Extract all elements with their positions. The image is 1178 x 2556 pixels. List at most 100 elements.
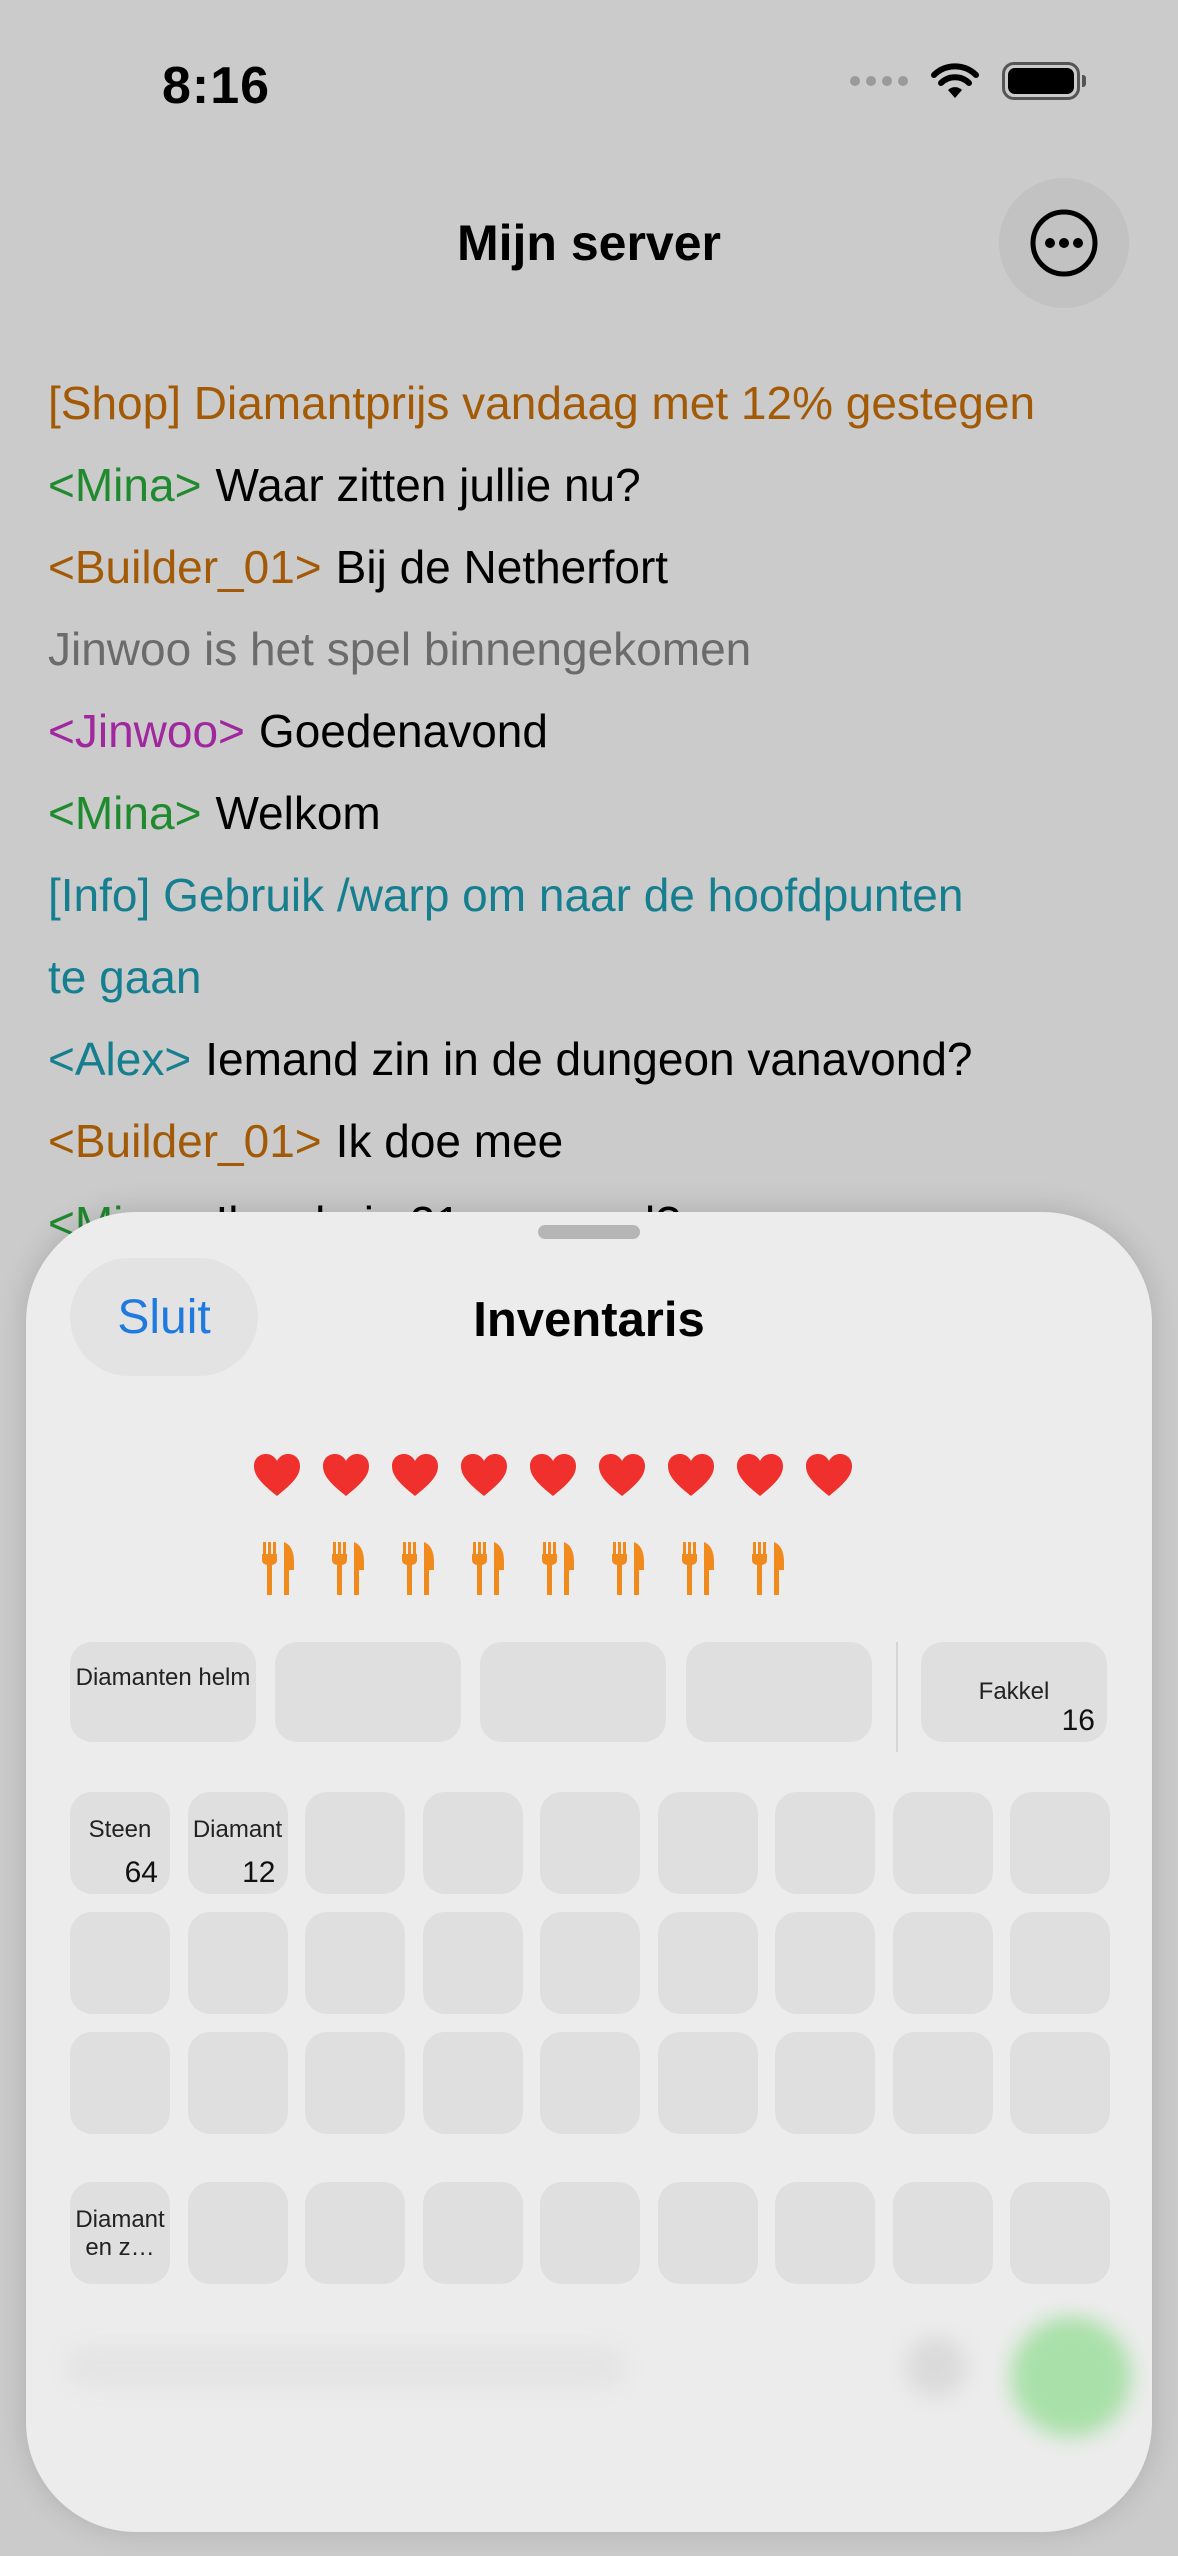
chat-message: <Mina> Waar zitten jullie nu? [48,444,1128,526]
inventory-slot[interactable] [187,1912,288,2014]
chat-text: te gaan [48,951,202,1003]
fork-knife-icon [262,1542,294,1595]
offhand-slot[interactable]: Fakkel 16 [921,1642,1107,1742]
chat-text: Waar zitten jullie nu? [215,459,641,511]
chat-message: <Mina> Welkom [48,772,1128,854]
inventory-slot[interactable] [70,1912,170,2014]
inventory-slot[interactable] [187,2182,288,2284]
inventory-slot[interactable] [422,1912,523,2014]
inventory-slot[interactable]: Steen 64 [70,1792,170,1894]
chat-text: Bij de Netherfort [335,541,669,593]
fork-knife-icon [682,1542,714,1595]
inventory-slot[interactable] [540,2182,640,2284]
chat-text: Jinwoo is het spel binnengekomen [48,623,752,675]
slot-count: 64 [124,1856,158,1889]
chat-text: Goedenavond [258,705,548,757]
heart-icon [668,1454,714,1496]
health-bar [252,1452,854,1498]
battery-icon [1002,62,1086,100]
wifi-icon [931,63,979,98]
inventory-slot[interactable] [775,1912,875,2014]
chat-message: <Builder_01> Bij de Netherfort [48,526,1128,608]
sheet-grabber[interactable] [538,1225,640,1239]
chat-text: Welkom [215,787,381,839]
sheet-title: Inventaris [473,1293,705,1347]
armor-slot[interactable] [480,1642,666,1742]
cellular-signal-icon [850,76,908,86]
heart-icon [599,1454,645,1496]
inventory-slot[interactable] [892,2032,993,2134]
slot-label: Diamant [192,1816,283,1843]
inventory-slot[interactable] [657,1912,758,2014]
chat-author: <Builder_01> [48,1115,322,1167]
inventory-slot[interactable] [892,1912,993,2014]
inventory-slot[interactable] [1010,2182,1110,2284]
heart-icon [737,1454,783,1496]
chat-message: <Builder_01> Ik doe mee [48,1100,1128,1182]
inventory-slot[interactable] [422,2182,523,2284]
inventory-slot[interactable] [1010,1792,1110,1894]
chat-author: <Mina> [48,459,202,511]
chat-author: <Jinwoo> [48,705,245,757]
inventory-slot[interactable] [540,2032,640,2134]
armor-slot[interactable] [686,1642,872,1742]
more-options-button[interactable] [999,178,1129,308]
fork-knife-icon [332,1542,364,1595]
chat-text: Iemand zin in de dungeon vanavond? [205,1033,973,1085]
heart-icon [323,1454,369,1496]
ellipsis-circle-icon [1030,209,1098,277]
inventory-slot[interactable] [305,2032,405,2134]
chat-author: <Mina> [48,787,202,839]
chat-message: [Shop] Diamantprijs vandaag met 12% gest… [48,362,1128,444]
slot-label: Steen [88,1816,152,1843]
fork-knife-icon [472,1542,504,1595]
divider [896,1642,898,1752]
inventory-slot[interactable] [657,2032,758,2134]
inventory-slot[interactable] [422,1792,523,1894]
armor-slot[interactable]: Diamanten helm [70,1642,256,1742]
slot-label: Fakkel [978,1678,1050,1705]
inventory-slot[interactable] [657,1792,758,1894]
fork-knife-icon [542,1542,574,1595]
slot-count: 16 [1061,1704,1095,1737]
inventory-slot[interactable] [775,2032,875,2134]
inventory-slot[interactable] [657,2182,758,2284]
inventory-slot[interactable] [892,2182,993,2284]
slot-label: Diamanten helm [75,1664,251,1691]
status-time: 8:16 [162,57,271,115]
inventory-slot[interactable] [775,1792,875,1894]
chat-message: Jinwoo is het spel binnengekomen [48,608,1128,690]
inventory-slot[interactable] [892,1792,993,1894]
chat-text: [Info] Gebruik /warp om naar de hoofdpun… [48,869,964,921]
inventory-slot[interactable] [70,2032,170,2134]
inventory-slot[interactable] [305,1912,405,2014]
inventory-slot[interactable]: Diamant 12 [187,1792,288,1894]
hunger-bar [258,1540,788,1598]
inventory-slot[interactable]: Diamanten z… [70,2182,170,2284]
chat-message: te gaan [48,936,1128,1018]
inventory-slot[interactable] [775,2182,875,2284]
inventory-slot[interactable] [187,2032,288,2134]
inventory-slot[interactable] [305,1792,405,1894]
inventory-sheet: Sluit Inventaris Diamanten helm Fakkel 1… [26,1212,1152,2532]
fork-knife-icon [752,1542,784,1595]
inventory-slot[interactable] [1010,1912,1110,2014]
inventory-slot[interactable] [540,1792,640,1894]
inventory-slot[interactable] [422,2032,523,2134]
background-blur [26,2297,1152,2437]
slot-label: Diamanten z… [75,2206,165,2261]
inventory-slot[interactable] [1010,2032,1110,2134]
inventory-slot[interactable] [305,2182,405,2284]
heart-icon [806,1454,852,1496]
chat-text: Ik doe mee [335,1115,564,1167]
chat-text: [Shop] Diamantprijs vandaag met 12% gest… [48,377,1036,429]
heart-icon [530,1454,576,1496]
chat-message: <Jinwoo> Goedenavond [48,690,1128,772]
fork-knife-icon [612,1542,644,1595]
inventory-slot[interactable] [540,1912,640,2014]
heart-icon [254,1454,300,1496]
chat-message: <Alex> Iemand zin in de dungeon vanavond? [48,1018,1128,1100]
heart-icon [392,1454,438,1496]
status-indicators [850,62,1086,100]
armor-slot[interactable] [275,1642,461,1742]
